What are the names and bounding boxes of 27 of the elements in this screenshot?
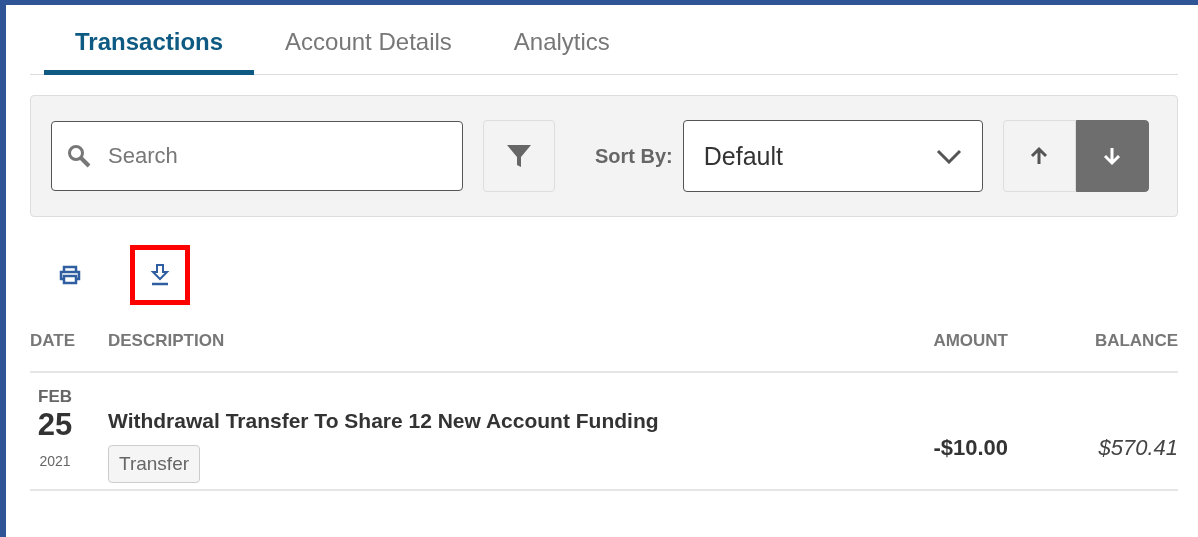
tab[interactable]: Transactions [44, 28, 255, 75]
tab[interactable]: Account Details [254, 28, 483, 75]
up-arrow-icon [1029, 146, 1050, 166]
tab[interactable]: Analytics [482, 28, 641, 75]
column-header: AMOUNT [933, 331, 1008, 350]
date-month: FEB [38, 387, 72, 407]
filter-icon [506, 143, 532, 169]
filter-button[interactable] [483, 120, 555, 192]
sort-direction-button[interactable] [1075, 120, 1149, 192]
sort-label: Sort By: [595, 144, 673, 168]
search-icon [67, 144, 91, 168]
print-icon [59, 265, 81, 285]
date-day: 25 [37, 407, 73, 443]
chevron-icon [935, 148, 962, 164]
transaction-description: Withdrawal Transfer To Share 12 New Account Funding [108, 409, 660, 433]
download-icon [150, 264, 170, 286]
search-field[interactable]: Search [51, 121, 463, 191]
amount-value: -$10.00 [933, 434, 1008, 461]
sort-dropdown[interactable]: Default [682, 120, 983, 192]
date-year: 2021 [39, 453, 71, 469]
column-header: DATE [30, 331, 75, 350]
down-arrow-icon [1102, 146, 1123, 166]
download-button[interactable] [130, 245, 190, 305]
category-tag: Transfer [108, 445, 201, 483]
column-header: BALANCE [1094, 331, 1178, 350]
balance-value: $570.41 [1098, 434, 1178, 461]
column-header: DESCRIPTION [108, 331, 225, 350]
